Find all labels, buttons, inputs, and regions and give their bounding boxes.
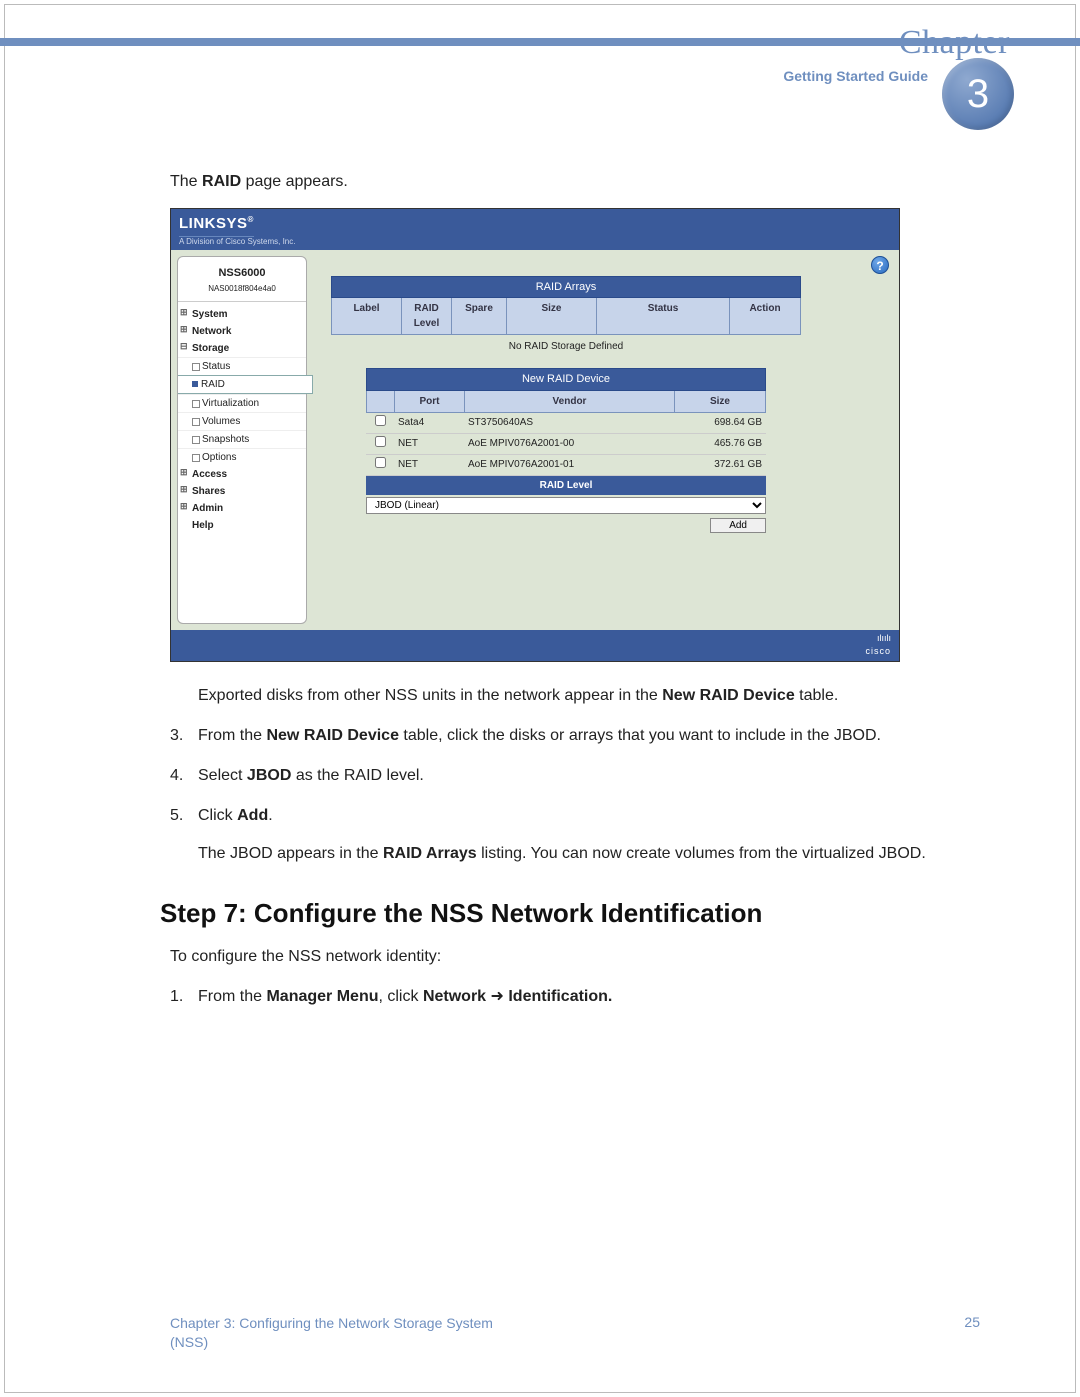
col-dev-size: Size <box>675 391 765 412</box>
step-4: 4. Select JBOD as the RAID level. <box>170 764 980 788</box>
chapter-number-badge: 3 <box>942 58 1014 130</box>
nav-system[interactable]: System <box>178 306 306 323</box>
device-row: NETAoE MPIV076A2001-01372.61 GB <box>366 455 766 476</box>
col-level: RAID Level <box>402 298 452 334</box>
step-7-heading: Step 7: Configure the NSS Network Identi… <box>160 894 980 933</box>
nav-help[interactable]: Help <box>178 517 306 534</box>
page-footer: Chapter 3: Configuring the Network Stora… <box>170 1314 980 1353</box>
help-icon[interactable]: ? <box>871 256 889 274</box>
col-size: Size <box>507 298 597 334</box>
page-number: 25 <box>964 1314 980 1353</box>
intro-text: The RAID page appears. <box>170 170 980 194</box>
device-row: NETAoE MPIV076A2001-00465.76 GB <box>366 434 766 455</box>
device-size: 372.61 GB <box>676 455 766 475</box>
nav-status[interactable]: Status <box>178 357 306 375</box>
nav-network[interactable]: Network <box>178 323 306 340</box>
new-raid-title: New RAID Device <box>366 368 766 391</box>
nav-options[interactable]: Options <box>178 448 306 466</box>
raid-arrays-header: Label RAID Level Spare Size Status Actio… <box>331 298 801 335</box>
col-vendor: Vendor <box>465 391 675 412</box>
step-5-sub: The JBOD appears in the RAID Arrays list… <box>198 842 980 866</box>
step-5: 5. Click Add. The JBOD appears in the RA… <box>170 804 980 866</box>
device-port: Sata4 <box>394 413 464 433</box>
device-vendor: AoE MPIV076A2001-00 <box>464 434 676 454</box>
device-checkbox[interactable] <box>375 415 386 426</box>
col-label: Label <box>332 298 402 334</box>
col-port: Port <box>395 391 465 412</box>
nav-snapshots[interactable]: Snapshots <box>178 430 306 448</box>
main-panel: ? RAID Arrays Label RAID Level Spare Siz… <box>313 250 899 630</box>
device-size: 698.64 GB <box>676 413 766 433</box>
raid-level-bar: RAID Level <box>366 476 766 495</box>
nav-storage[interactable]: Storage <box>178 340 306 357</box>
chapter-number: 3 <box>967 72 989 117</box>
device-port: NET <box>394 455 464 475</box>
guide-label: Getting Started Guide <box>783 68 928 84</box>
exported-disks-para: Exported disks from other NSS units in t… <box>198 684 980 708</box>
nav-volumes[interactable]: Volumes <box>178 412 306 430</box>
linksys-titlebar: LINKSYS® A Division of Cisco Systems, In… <box>171 209 899 250</box>
nav-raid[interactable]: RAID <box>178 375 313 394</box>
nav-sidebar: NSS6000 NAS0018f804e4a0 System Network S… <box>177 256 307 624</box>
device-vendor: AoE MPIV076A2001-01 <box>464 455 676 475</box>
step-7-1: 1. From the Manager Menu, click Network … <box>170 985 980 1009</box>
linksys-logo: LINKSYS® <box>179 213 254 237</box>
device-port: NET <box>394 434 464 454</box>
new-raid-header: Port Vendor Size <box>366 391 766 413</box>
footer-chapter: Chapter 3: Configuring the Network Stora… <box>170 1315 493 1331</box>
device-id: NAS0018f804e4a0 <box>178 283 306 302</box>
col-status: Status <box>597 298 730 334</box>
col-action: Action <box>730 298 800 334</box>
nav-access[interactable]: Access <box>178 466 306 483</box>
device-checkbox[interactable] <box>375 436 386 447</box>
raid-level-select[interactable]: JBOD (Linear) <box>366 497 766 514</box>
nav-shares[interactable]: Shares <box>178 483 306 500</box>
step-7-intro: To configure the NSS network identity: <box>170 945 980 969</box>
chapter-label: Chapter <box>783 24 1010 62</box>
nav-virtualization[interactable]: Virtualization <box>178 394 306 412</box>
device-size: 465.76 GB <box>676 434 766 454</box>
no-raid-msg: No RAID Storage Defined <box>331 335 801 364</box>
nav-admin[interactable]: Admin <box>178 500 306 517</box>
linksys-sublogo: A Division of Cisco Systems, Inc. <box>179 236 891 248</box>
arrow-icon: ➜ <box>486 988 508 1005</box>
raid-arrays-title: RAID Arrays <box>331 276 801 299</box>
col-spare: Spare <box>452 298 507 334</box>
device-row: Sata4ST3750640AS698.64 GB <box>366 413 766 434</box>
device-checkbox[interactable] <box>375 457 386 468</box>
add-button[interactable]: Add <box>710 518 766 533</box>
col-checkbox <box>367 391 395 412</box>
cisco-footer: ılıılı cisco <box>171 630 899 661</box>
device-name: NSS6000 <box>178 265 306 284</box>
raid-page-screenshot: LINKSYS® A Division of Cisco Systems, In… <box>170 208 900 662</box>
step-3: 3. From the New RAID Device table, click… <box>170 724 980 748</box>
footer-nss: (NSS) <box>170 1334 208 1350</box>
device-vendor: ST3750640AS <box>464 413 676 433</box>
